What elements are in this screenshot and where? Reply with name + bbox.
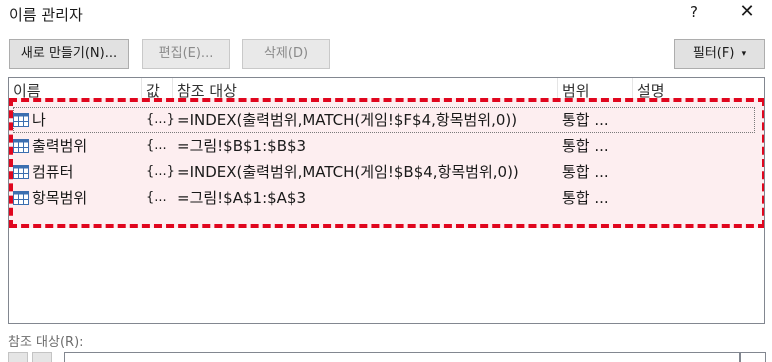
help-button[interactable]: ? — [684, 3, 704, 25]
refers-to-cell: =그림!$B$1:$B$3 — [177, 137, 307, 155]
names-list[interactable]: 이름 값 참조 대상 범위 설명 나 {...} =INDEX(출력범위,MAT… — [8, 77, 765, 324]
range-grid-icon — [13, 139, 29, 153]
filter-button[interactable]: 필터(F) ▾ — [674, 39, 765, 69]
close-button[interactable]: ✕ — [736, 1, 758, 25]
chevron-down-icon: ▾ — [741, 49, 747, 59]
value-cell: {...} — [146, 164, 175, 179]
range-grid-icon — [13, 191, 29, 205]
range-grid-icon — [13, 113, 29, 127]
commit-edit-button[interactable] — [32, 352, 52, 362]
name-cell: 항목범위 — [32, 189, 88, 207]
name-cell: 출력범위 — [32, 137, 88, 155]
filter-label: 필터(F) — [692, 46, 735, 61]
title-bar: 이름 관리자 ? ✕ — [0, 0, 772, 30]
new-name-button[interactable]: 새로 만들기(N)... — [9, 39, 129, 69]
refers-edit-buttons — [8, 352, 54, 362]
scope-cell: 통합 ... — [562, 111, 609, 129]
list-item[interactable]: 나 {...} =INDEX(출력범위,MATCH(게임!$F$4,항목범위,0… — [9, 107, 764, 133]
name-manager-dialog: 이름 관리자 ? ✕ 새로 만들기(N)... 편집(E)... 삭제(D) 필… — [0, 0, 772, 362]
list-item[interactable]: 출력범위 {... =그림!$B$1:$B$3 통합 ... — [9, 133, 764, 159]
refers-to-cell: =INDEX(출력범위,MATCH(게임!$B$4,항목범위,0)) — [177, 163, 519, 181]
refers-to-label: 참조 대상(R): — [8, 335, 84, 350]
value-cell: {...} — [146, 112, 175, 127]
name-cell: 나 — [32, 111, 46, 129]
scope-cell: 통합 ... — [562, 137, 609, 155]
range-grid-icon — [13, 165, 29, 179]
collapse-dialog-button[interactable] — [740, 352, 766, 362]
list-item[interactable]: 항목범위 {... =그림!$A$1:$A$3 통합 ... — [9, 185, 764, 211]
refers-to-input[interactable] — [64, 352, 740, 362]
value-cell: {... — [146, 190, 167, 205]
dialog-title: 이름 관리자 — [9, 6, 83, 24]
scope-cell: 통합 ... — [562, 189, 609, 207]
value-cell: {... — [146, 138, 167, 153]
cancel-edit-button[interactable] — [8, 352, 28, 362]
scope-cell: 통합 ... — [562, 163, 609, 181]
delete-button[interactable]: 삭제(D) — [242, 39, 330, 69]
name-cell: 컴퓨터 — [32, 163, 74, 181]
refers-to-cell: =INDEX(출력범위,MATCH(게임!$F$4,항목범위,0)) — [177, 111, 518, 129]
list-item[interactable]: 컴퓨터 {...} =INDEX(출력범위,MATCH(게임!$B$4,항목범위… — [9, 159, 764, 185]
refers-to-cell: =그림!$A$1:$A$3 — [177, 189, 307, 207]
edit-button[interactable]: 편집(E)... — [142, 39, 230, 69]
